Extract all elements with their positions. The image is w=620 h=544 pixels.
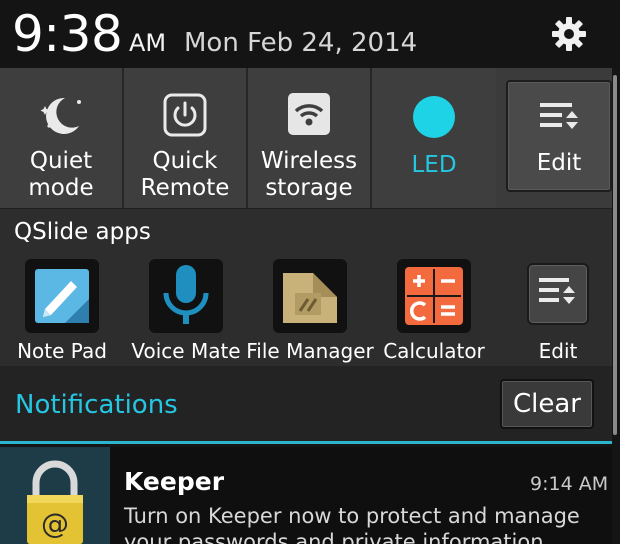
quick-settings-edit-label: Edit (536, 150, 582, 176)
notification-text: Turn on Keeper now to protect and manage… (124, 504, 580, 544)
quiet-mode-toggle[interactable]: Quiet mode (0, 68, 124, 208)
qslide-title: QSlide apps (14, 219, 151, 245)
quick-remote-toggle[interactable]: Quick Remote (124, 68, 248, 208)
calculator-icon (397, 259, 471, 333)
qslide-app-calculator[interactable]: Calculator (372, 259, 496, 367)
quick-settings-bar: Quiet mode Quick Remote Wireless storage… (0, 68, 612, 208)
folder-icon (273, 259, 347, 333)
moon-stars-icon (40, 97, 81, 134)
wifi-icon (288, 93, 330, 135)
edit-list-icon (540, 103, 578, 129)
qslide-edit-label: Edit (538, 339, 578, 363)
notifications-header: Notifications Clear (0, 366, 612, 444)
quiet-mode-label: Quiet mode (28, 148, 94, 201)
notification-time: 9:14 AM (530, 473, 609, 495)
clear-button[interactable]: Clear (500, 379, 594, 429)
power-icon (163, 93, 207, 137)
qslide-app-voice-mate[interactable]: Voice Mate (124, 259, 248, 367)
wireless-storage-label: Wireless storage (260, 148, 358, 201)
edit-list-icon (527, 263, 589, 325)
qslide-edit-button[interactable]: Edit (496, 259, 620, 367)
clock-time: 9:38 (12, 5, 123, 63)
qslide-app-notepad[interactable]: Note Pad (0, 259, 124, 367)
led-label: LED (411, 152, 457, 178)
qslide-app-file-manager[interactable]: File Manager (246, 259, 374, 367)
clock-ampm: AM (129, 29, 167, 57)
quick-settings-edit-button[interactable]: Edit (506, 80, 612, 192)
notification-app-name: Keeper (124, 467, 225, 496)
notepad-icon (25, 259, 99, 333)
date-label[interactable]: Mon Feb 24, 2014 (184, 28, 417, 58)
gear-icon[interactable] (547, 12, 591, 56)
notification-item[interactable]: @ Keeper 9:14 AM Turn on Keeper now to p… (0, 447, 612, 544)
wireless-storage-toggle[interactable]: Wireless storage (248, 68, 372, 208)
padlock-icon: @ (0, 447, 110, 544)
qslide-app-calculator-label: Calculator (383, 339, 485, 363)
microphone-icon (149, 259, 223, 333)
quick-remote-label: Quick Remote (140, 148, 230, 201)
scrollbar[interactable] (613, 75, 617, 435)
svg-text:@: @ (41, 507, 69, 540)
notifications-title: Notifications (15, 390, 178, 420)
led-toggle[interactable]: LED (372, 68, 496, 208)
status-header: 9:38 AM Mon Feb 24, 2014 (0, 0, 620, 68)
qslide-app-voice-mate-label: Voice Mate (131, 339, 241, 363)
led-circle-icon (413, 96, 455, 138)
qslide-app-file-manager-label: File Manager (246, 339, 374, 363)
qslide-panel: QSlide apps Note Pad Voice Mate File Man… (0, 208, 612, 366)
